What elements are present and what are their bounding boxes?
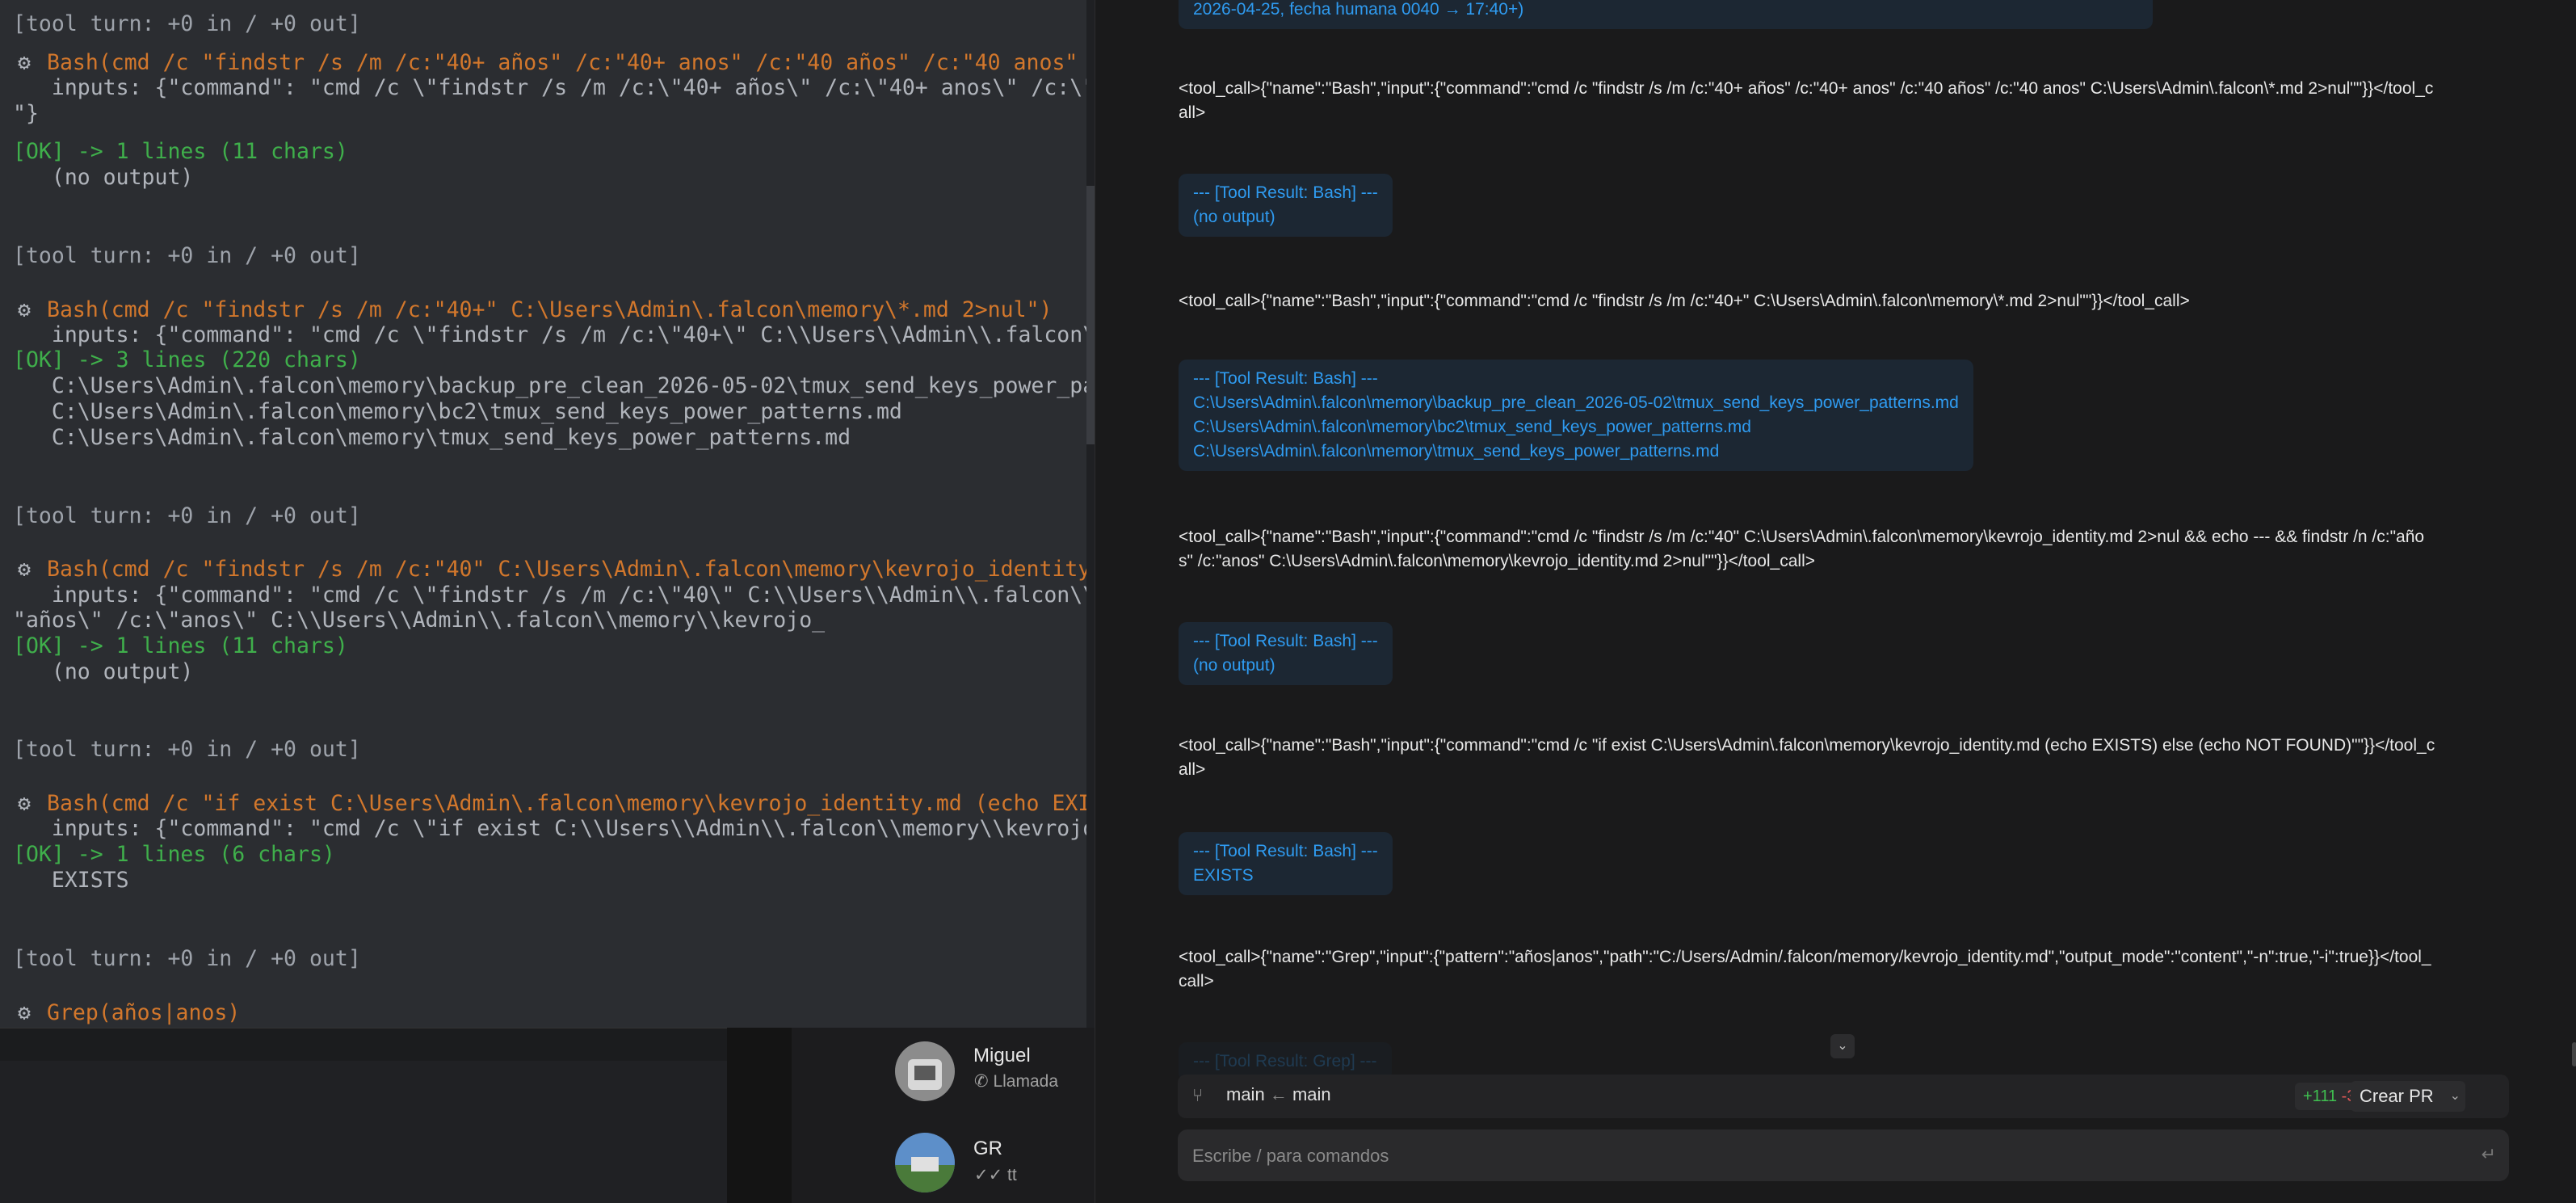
app-sidebar (727, 1028, 792, 1203)
target-branch[interactable]: main (1292, 1084, 1331, 1104)
chevron-down-icon: ⌄ (1837, 1039, 1848, 1053)
terminal-line-text: [OK] -> 1 lines (6 chars) (13, 842, 335, 867)
terminal-scrollbar-thumb[interactable] (1086, 186, 1095, 444)
terminal-line: inputs: {"command": "cmd /c \"findstr /s… (13, 322, 1086, 348)
terminal-line: inputs: {"command": "cmd /c \"findstr /s… (13, 75, 1086, 101)
terminal-line: (no output) (13, 659, 194, 685)
git-branch-icon: ⑂ (1192, 1085, 1204, 1105)
terminal-line-text: inputs: {"command": "cmd /c \"findstr /s… (13, 322, 1086, 347)
gear-icon: ⚙ (18, 1000, 31, 1025)
message-input[interactable] (1191, 1141, 2406, 1171)
avatar (895, 1133, 955, 1192)
terminal-line: [tool turn: +0 in / +0 out] (13, 11, 361, 37)
chat-subtitle: Llamada (993, 1072, 1059, 1091)
tool-call-message: <tool_call>{"name":"Bash","input":{"comm… (1179, 528, 2425, 570)
double-check-icon: ✓✓ (974, 1166, 1003, 1184)
terminal-line-text: "años\" /c:\"anos\" C:\\Users\\Admin\\.f… (13, 608, 826, 633)
gear-icon: ⚙ (18, 297, 31, 322)
terminal-line-text: [OK] -> 1 lines (11 chars) (13, 139, 348, 164)
terminal-line: [tool turn: +0 in / +0 out] (13, 737, 361, 763)
terminal-line: [tool turn: +0 in / +0 out] (13, 946, 361, 972)
chat-subtitle: tt (1007, 1166, 1017, 1184)
phone-icon: ✆ (974, 1072, 989, 1091)
scroll-down-button[interactable]: ⌄ (1830, 1034, 1855, 1058)
terminal-line: "} (13, 101, 39, 127)
terminal-line-text: Bash(cmd /c "findstr /s /m /c:"40+ años"… (47, 50, 1086, 75)
terminal-line-text: [tool turn: +0 in / +0 out] (13, 243, 361, 268)
terminal-line-text: C:\Users\Admin\.falcon\memory\bc2\tmux_s… (13, 399, 902, 424)
chat-name: GR (973, 1138, 1002, 1159)
terminal-line: C:\Users\Admin\.falcon\memory\tmux_send_… (13, 425, 851, 451)
tool-result-message: --- [Tool Result: Bash] --- (no output) (1179, 174, 1393, 237)
create-pr-button[interactable]: Crear PR ⌄ (2351, 1081, 2465, 1112)
agent-chat-panel[interactable]: 2026-04-25, fecha humana 0040 → 17:40+) … (1095, 0, 2576, 1203)
window-strip (0, 1028, 727, 1061)
terminal-line-text: [tool turn: +0 in / +0 out] (13, 737, 361, 762)
terminal-line: [OK] -> 1 lines (11 chars) (13, 139, 348, 165)
terminal-line: [OK] -> 3 lines (220 chars) (13, 347, 361, 373)
terminal-line: "años\" /c:\"anos\" C:\\Users\\Admin\\.f… (13, 608, 825, 633)
source-branch[interactable]: main (1226, 1084, 1265, 1104)
terminal-line-text: Bash(cmd /c "findstr /s /m /c:"40+" C:\U… (47, 297, 1053, 322)
chevron-down-icon[interactable]: ⌄ (2450, 1081, 2460, 1112)
arrow-left-icon: ← (1269, 1084, 1288, 1104)
tool-result-message: --- [Tool Result: Bash] --- C:\Users\Adm… (1179, 360, 1973, 471)
terminal-line: inputs: {"command": "cmd /c \"findstr /s… (13, 583, 1086, 608)
terminal-line-text: [tool turn: +0 in / +0 out] (13, 503, 361, 528)
terminal-output[interactable]: [tool turn: +0 in / +0 out] ⚙ Bash(cmd /c … (0, 0, 1086, 1028)
terminal-line-text: (no output) (13, 165, 194, 190)
terminal-line: ⚙ Bash(cmd /c "if exist C:\Users\Admin\.f… (0, 791, 1086, 817)
composer[interactable]: ↵ (1178, 1129, 2509, 1181)
gear-icon: ⚙ (18, 557, 31, 582)
terminal-line: ⚙ Bash(cmd /c "findstr /s /m /c:"40+ años… (0, 50, 1086, 76)
terminal-line: ⚙ Grep(años|anos) (0, 1000, 240, 1026)
terminal-line-text: EXISTS (13, 868, 129, 893)
terminal-line-text: [OK] -> 1 lines (11 chars) (13, 633, 348, 658)
branch-bar: ⑂ main ← main +111 -33 Crear PR ⌄ (1178, 1075, 2509, 1118)
terminal-line-text: C:\Users\Admin\.falcon\memory\backup_pre… (13, 373, 1086, 398)
terminal-line-text: Bash(cmd /c "findstr /s /m /c:"40" C:\Us… (47, 557, 1086, 582)
gear-icon: ⚙ (18, 50, 31, 75)
terminal-line-text: C:\Users\Admin\.falcon\memory\tmux_send_… (13, 425, 851, 450)
terminal-line: ⚙ Bash(cmd /c "findstr /s /m /c:"40" C:\U… (0, 557, 1086, 583)
terminal-line-text: "} (13, 101, 39, 126)
terminal-line-text: [OK] -> 3 lines (220 chars) (13, 347, 361, 372)
chat-name: Miguel (973, 1045, 1031, 1066)
terminal-line-text: Grep(años|anos) (47, 1000, 241, 1025)
terminal-line-text: inputs: {"command": "cmd /c \"findstr /s… (13, 583, 1086, 608)
tool-call-message: <tool_call>{"name":"Bash","input":{"comm… (1179, 79, 2434, 122)
panel-edge-handle[interactable] (2572, 1042, 2576, 1066)
tool-result-partial: 2026-04-25, fecha humana 0040 → 17:40+) (1179, 0, 2153, 29)
terminal-line: [tool turn: +0 in / +0 out] (13, 503, 361, 529)
terminal-line: C:\Users\Admin\.falcon\memory\bc2\tmux_s… (13, 399, 902, 425)
tool-call-message: <tool_call>{"name":"Bash","input":{"comm… (1179, 292, 2190, 310)
terminal-line-text: inputs: {"command": "cmd /c \"findstr /s… (13, 75, 1086, 100)
terminal-line: C:\Users\Admin\.falcon\memory\backup_pre… (13, 373, 1086, 399)
lines-added: +111 (2303, 1087, 2338, 1105)
terminal-line-text: inputs: {"command": "cmd /c \"if exist C… (13, 816, 1086, 841)
terminal-line: [tool turn: +0 in / +0 out] (13, 243, 361, 269)
gear-icon: ⚙ (18, 791, 31, 816)
terminal-line: ⚙ Bash(cmd /c "findstr /s /m /c:"40+" C:\… (0, 297, 1052, 323)
avatar (895, 1041, 955, 1101)
tool-call-message: <tool_call>{"name":"Grep","input":{"patt… (1179, 948, 2431, 991)
terminal-line: EXISTS (13, 868, 129, 894)
terminal-line: [OK] -> 1 lines (6 chars) (13, 842, 335, 868)
terminal-line: inputs: {"command": "cmd /c \"if exist C… (13, 816, 1086, 842)
terminal-scrollbar[interactable] (1086, 0, 1095, 1028)
create-pr-label: Crear PR (2360, 1086, 2434, 1106)
enter-icon[interactable]: ↵ (2481, 1144, 2496, 1165)
terminal-line-text: Bash(cmd /c "if exist C:\Users\Admin\.fa… (47, 791, 1086, 816)
tool-result-message: --- [Tool Result: Bash] --- EXISTS (1179, 832, 1393, 895)
terminal-line: (no output) (13, 165, 194, 191)
terminal-line-text: [tool turn: +0 in / +0 out] (13, 946, 361, 971)
tool-result-message: --- [Tool Result: Bash] --- (no output) (1179, 622, 1393, 685)
tool-call-message: <tool_call>{"name":"Bash","input":{"comm… (1179, 736, 2435, 779)
terminal-line-text: [tool turn: +0 in / +0 out] (13, 11, 361, 36)
chat-list[interactable]: Miguel ✆ Llamada GR ✓✓ tt (792, 1028, 1095, 1203)
terminal-line: [OK] -> 1 lines (11 chars) (13, 633, 348, 659)
terminal-line-text: (no output) (13, 659, 194, 684)
